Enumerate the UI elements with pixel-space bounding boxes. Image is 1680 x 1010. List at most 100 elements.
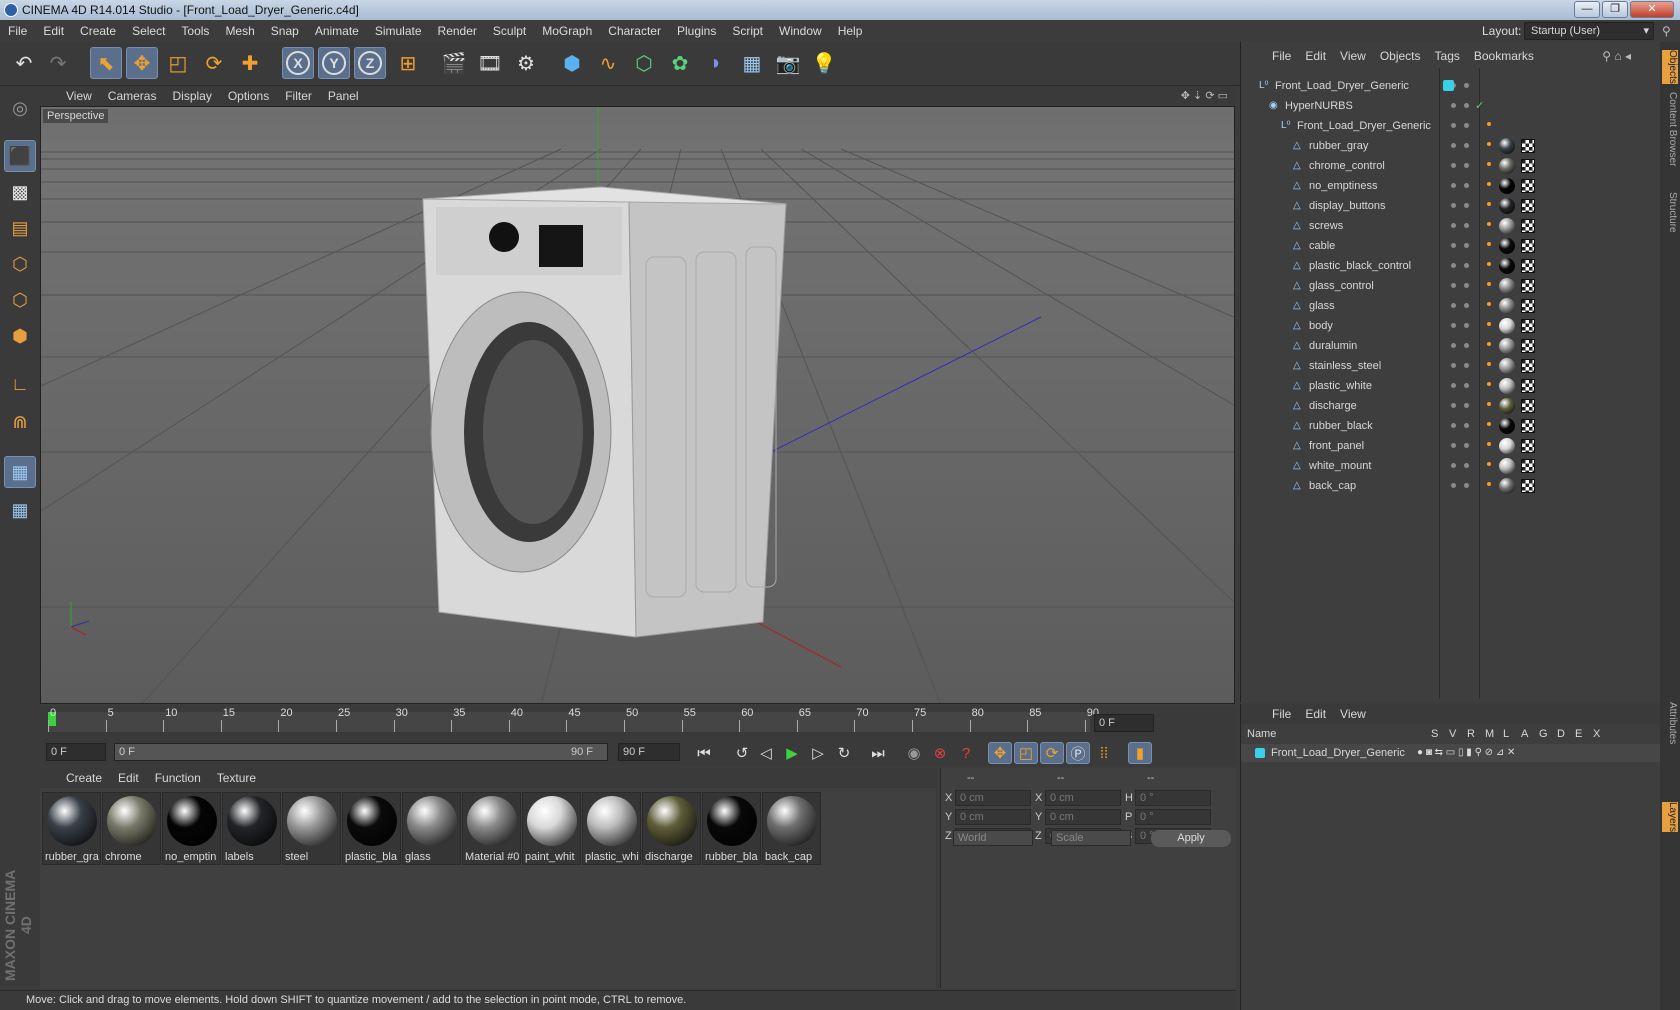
material-tag-icon[interactable]	[1499, 138, 1515, 154]
current-frame-field[interactable]: 0 F	[1094, 714, 1154, 732]
layer-column-header[interactable]: D	[1557, 726, 1565, 742]
object-name[interactable]: chrome_control	[1309, 156, 1385, 176]
layer-name[interactable]: Front_Load_Dryer_Generic	[1271, 744, 1405, 762]
model-mode-icon[interactable]: ⬛	[4, 140, 36, 172]
perspective-viewport[interactable]: Perspective	[40, 106, 1235, 704]
objects-menu-bookmarks[interactable]: Bookmarks	[1467, 46, 1541, 66]
axis-mode-icon[interactable]: ∟	[4, 368, 36, 400]
visibility-dot-icon[interactable]	[1451, 183, 1456, 188]
array-icon[interactable]: ✿	[664, 47, 696, 79]
side-tab-content-browser[interactable]: Content Browser	[1662, 92, 1678, 166]
viewport-menu-filter[interactable]: Filter	[277, 86, 320, 106]
visibility-dot-icon[interactable]	[1451, 283, 1456, 288]
menu-mograph[interactable]: MoGraph	[534, 20, 600, 42]
record-keys-icon[interactable]: ◉	[902, 742, 926, 764]
edges-mode-icon[interactable]: ⬡	[4, 284, 36, 316]
visibility-dot-icon[interactable]	[1451, 143, 1456, 148]
phong-tag-icon[interactable]	[1487, 122, 1491, 126]
visibility-dot-icon[interactable]	[1451, 103, 1456, 108]
render-dot-icon[interactable]	[1464, 283, 1469, 288]
render-dot-icon[interactable]	[1464, 223, 1469, 228]
phong-tag-icon[interactable]	[1487, 262, 1491, 266]
menu-script[interactable]: Script	[724, 20, 771, 42]
timeline-window-icon[interactable]: ▮	[1128, 742, 1152, 764]
viewport-menu-panel[interactable]: Panel	[320, 86, 367, 106]
coord-system-dropdown[interactable]: World	[953, 830, 1033, 846]
render-dot-icon[interactable]	[1464, 423, 1469, 428]
phong-tag-icon[interactable]	[1487, 402, 1491, 406]
layer-column-header[interactable]: G	[1539, 726, 1548, 742]
menu-tools[interactable]: Tools	[173, 20, 217, 42]
menu-help[interactable]: Help	[830, 20, 871, 42]
material-menu-edit[interactable]: Edit	[110, 768, 147, 788]
render-dot-icon[interactable]	[1464, 103, 1469, 108]
next-key-icon[interactable]: ↻	[832, 742, 856, 764]
material-tag-icon[interactable]	[1499, 198, 1515, 214]
texture-tag-icon[interactable]	[1521, 299, 1535, 313]
coordinate-system-icon[interactable]: ⊞	[392, 47, 424, 79]
scale-tool-icon[interactable]: ◰	[162, 47, 194, 79]
objects-search-icon[interactable]: ⚲ ⌂ ◂	[1602, 46, 1631, 66]
coord-value-field[interactable]: 0 cm	[955, 809, 1031, 825]
visibility-dot-icon[interactable]	[1451, 343, 1456, 348]
visibility-dot-icon[interactable]	[1451, 203, 1456, 208]
points-mode-icon[interactable]: ⬡	[4, 248, 36, 280]
object-name[interactable]: rubber_gray	[1309, 136, 1368, 156]
material-tag-icon[interactable]	[1499, 338, 1515, 354]
snap-magnet-icon[interactable]: ⋒	[4, 406, 36, 438]
material-swatch[interactable]: chrome	[102, 792, 161, 865]
object-row-body[interactable]: △ body	[1241, 316, 1661, 336]
deformer-icon[interactable]: ◗	[700, 47, 732, 79]
phong-tag-icon[interactable]	[1487, 362, 1491, 366]
object-row-rubber_gray[interactable]: △ rubber_gray	[1241, 136, 1661, 156]
coord-value-field[interactable]: 0 cm	[955, 790, 1031, 806]
material-tag-icon[interactable]	[1499, 158, 1515, 174]
polygons-mode-icon[interactable]: ⬢	[4, 320, 36, 352]
phong-tag-icon[interactable]	[1487, 142, 1491, 146]
viewport-nav-icons[interactable]: ✥ ⇣ ⟳ ▭	[1181, 86, 1228, 106]
coord-value-field[interactable]: 0 °	[1135, 809, 1211, 825]
texture-tag-icon[interactable]	[1521, 379, 1535, 393]
layer-column-header[interactable]: X	[1593, 726, 1600, 742]
material-tag-icon[interactable]	[1499, 238, 1515, 254]
phong-tag-icon[interactable]	[1487, 202, 1491, 206]
phong-tag-icon[interactable]	[1487, 482, 1491, 486]
camera-icon[interactable]: 📷	[772, 47, 804, 79]
add-object-icon[interactable]: ✚	[234, 47, 266, 79]
nurbs-icon[interactable]: ⬡	[628, 47, 660, 79]
object-row-root[interactable]: L⁰ Front_Load_Dryer_Generic	[1241, 76, 1661, 96]
menu-character[interactable]: Character	[600, 20, 669, 42]
menu-simulate[interactable]: Simulate	[367, 20, 430, 42]
side-tab-objects[interactable]: Objects	[1662, 50, 1678, 84]
object-name[interactable]: body	[1309, 316, 1333, 336]
object-name[interactable]: plastic_black_control	[1309, 256, 1411, 276]
visibility-dot-icon[interactable]	[1451, 303, 1456, 308]
texture-tag-icon[interactable]	[1521, 479, 1535, 493]
render-dot-icon[interactable]	[1464, 463, 1469, 468]
layer-color-swatch[interactable]	[1443, 80, 1454, 91]
move-tool-icon[interactable]: ✥	[126, 47, 158, 79]
menu-create[interactable]: Create	[72, 20, 124, 42]
layer-column-header[interactable]: M	[1485, 726, 1494, 742]
material-tag-icon[interactable]	[1499, 478, 1515, 494]
key-position-icon[interactable]: ✥	[988, 742, 1012, 764]
keyframe-selection-icon[interactable]: ?	[954, 742, 978, 764]
material-tag-icon[interactable]	[1499, 278, 1515, 294]
material-tag-icon[interactable]	[1499, 398, 1515, 414]
next-frame-icon[interactable]: ▷	[806, 742, 830, 764]
objects-menu-file[interactable]: File	[1265, 46, 1298, 66]
menu-plugins[interactable]: Plugins	[669, 20, 724, 42]
objects-menu-view[interactable]: View	[1333, 46, 1373, 66]
object-row-chrome_control[interactable]: △ chrome_control	[1241, 156, 1661, 176]
material-menu-texture[interactable]: Texture	[209, 768, 264, 788]
render-dot-icon[interactable]	[1464, 163, 1469, 168]
object-row-plastic_white[interactable]: △ plastic_white	[1241, 376, 1661, 396]
menu-edit[interactable]: Edit	[35, 20, 72, 42]
object-name[interactable]: duralumin	[1309, 336, 1357, 356]
phong-tag-icon[interactable]	[1487, 302, 1491, 306]
object-name[interactable]: display_buttons	[1309, 196, 1385, 216]
layers-menu-edit[interactable]: Edit	[1298, 704, 1333, 724]
render-dot-icon[interactable]	[1464, 383, 1469, 388]
phong-tag-icon[interactable]	[1487, 242, 1491, 246]
material-swatch[interactable]: Material #0	[462, 792, 521, 865]
